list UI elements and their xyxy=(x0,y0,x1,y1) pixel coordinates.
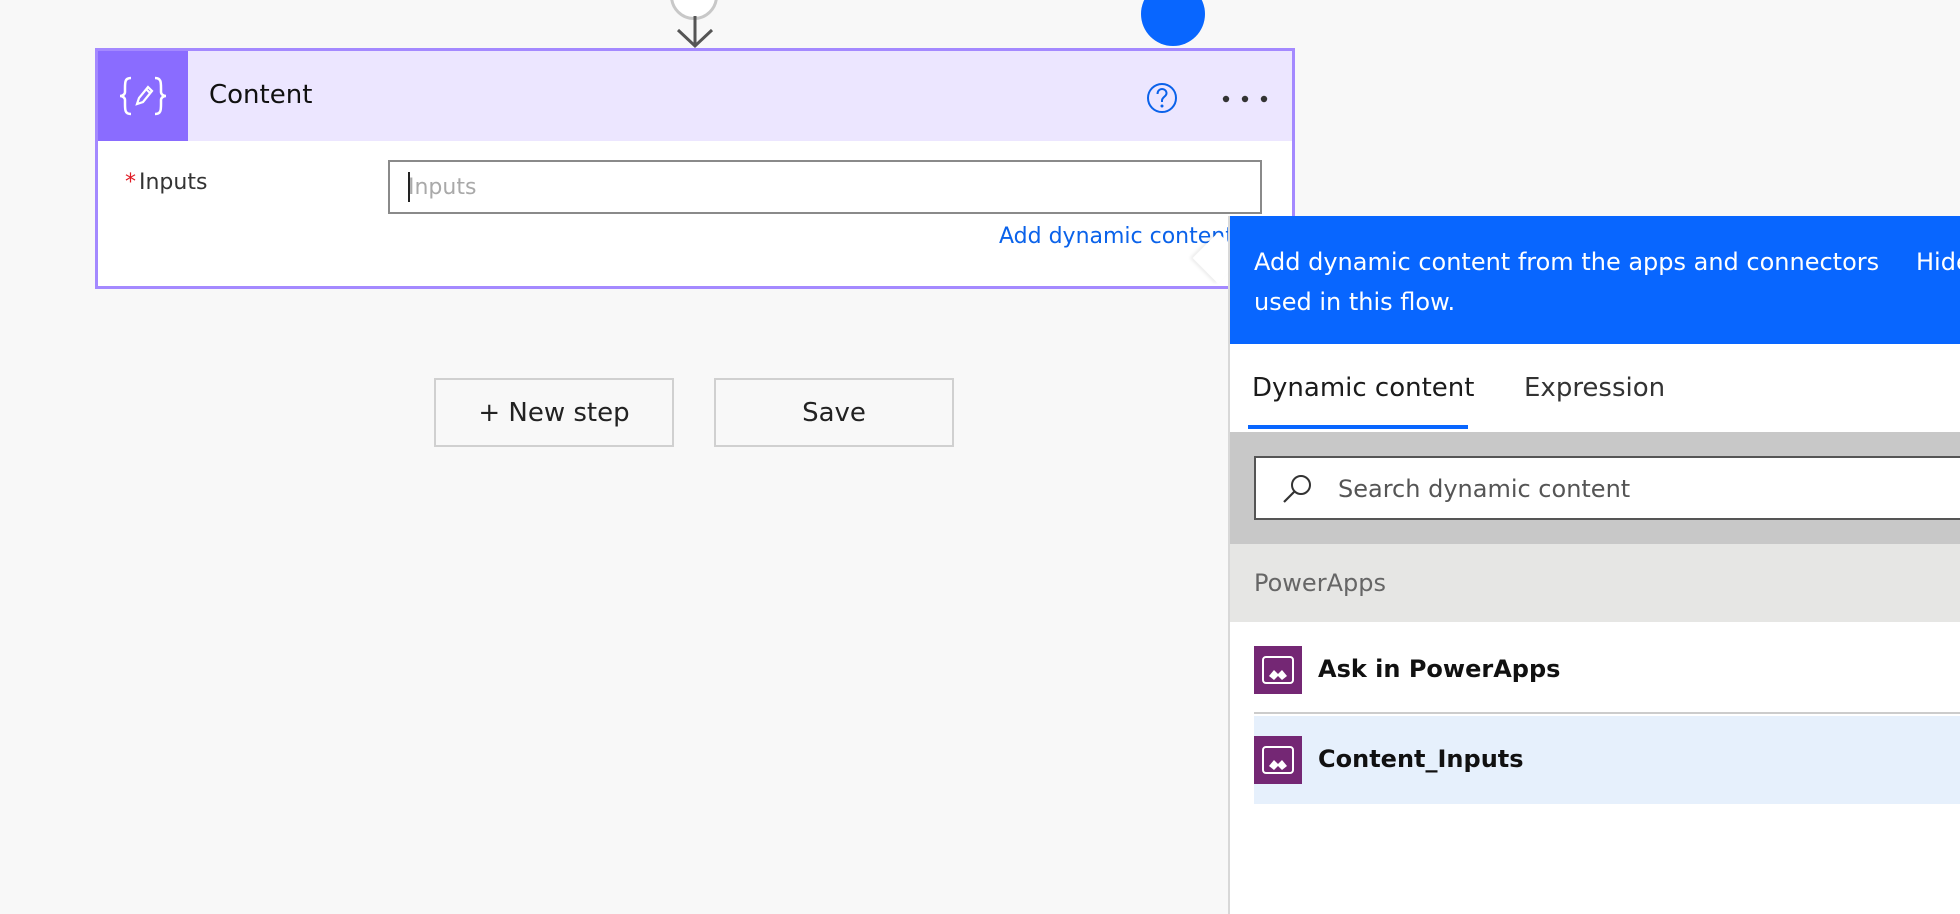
text-caret xyxy=(408,172,410,202)
active-tab-underline xyxy=(1248,425,1468,429)
dynamic-item-label: Content_Inputs xyxy=(1318,745,1524,773)
tab-dynamic-content[interactable]: Dynamic content xyxy=(1252,370,1474,406)
status-dot xyxy=(1141,0,1205,46)
inputs-label: * Inputs xyxy=(125,168,207,198)
arrow-down-icon xyxy=(676,16,714,49)
dynamic-item-ask-in-powerapps[interactable]: Ask in PowerApps xyxy=(1254,626,1960,714)
hide-link[interactable]: Hide xyxy=(1916,242,1960,282)
powerapps-icon xyxy=(1254,736,1302,784)
search-input[interactable] xyxy=(1336,466,1960,512)
new-step-button[interactable]: + New step xyxy=(434,378,674,447)
search-icon xyxy=(1283,475,1311,503)
search-box[interactable] xyxy=(1254,456,1960,520)
group-header-powerapps[interactable]: PowerApps xyxy=(1230,544,1960,622)
add-dynamic-content-link[interactable]: Add dynamic content xyxy=(999,222,1234,252)
group-title: PowerApps xyxy=(1254,569,1386,597)
inputs-field[interactable] xyxy=(388,160,1262,214)
required-marker: * xyxy=(125,170,136,195)
powerapps-icon xyxy=(1254,646,1302,694)
dynamic-item-content-inputs[interactable]: Content_Inputs xyxy=(1254,716,1960,804)
code-braces-edit-icon xyxy=(119,76,167,116)
action-card-content: Content *Inputs Add dynamic content xyxy=(95,48,1295,289)
card-title: Content xyxy=(209,80,313,110)
card-header[interactable]: Content xyxy=(98,51,1292,141)
tab-expression[interactable]: Expression xyxy=(1524,370,1665,406)
dynamic-content-banner: Add dynamic content from the apps and co… xyxy=(1230,216,1960,344)
help-circle-icon[interactable] xyxy=(1145,81,1179,115)
save-button[interactable]: Save xyxy=(714,378,954,447)
card-icon-tile xyxy=(98,51,188,141)
dynamic-item-label: Ask in PowerApps xyxy=(1318,655,1561,683)
inputs-label-text: Inputs xyxy=(139,170,208,195)
banner-text: Add dynamic content from the apps and co… xyxy=(1254,248,1880,316)
dynamic-content-panel: Add dynamic content from the apps and co… xyxy=(1228,216,1960,914)
more-horizontal-icon[interactable] xyxy=(1222,95,1268,103)
